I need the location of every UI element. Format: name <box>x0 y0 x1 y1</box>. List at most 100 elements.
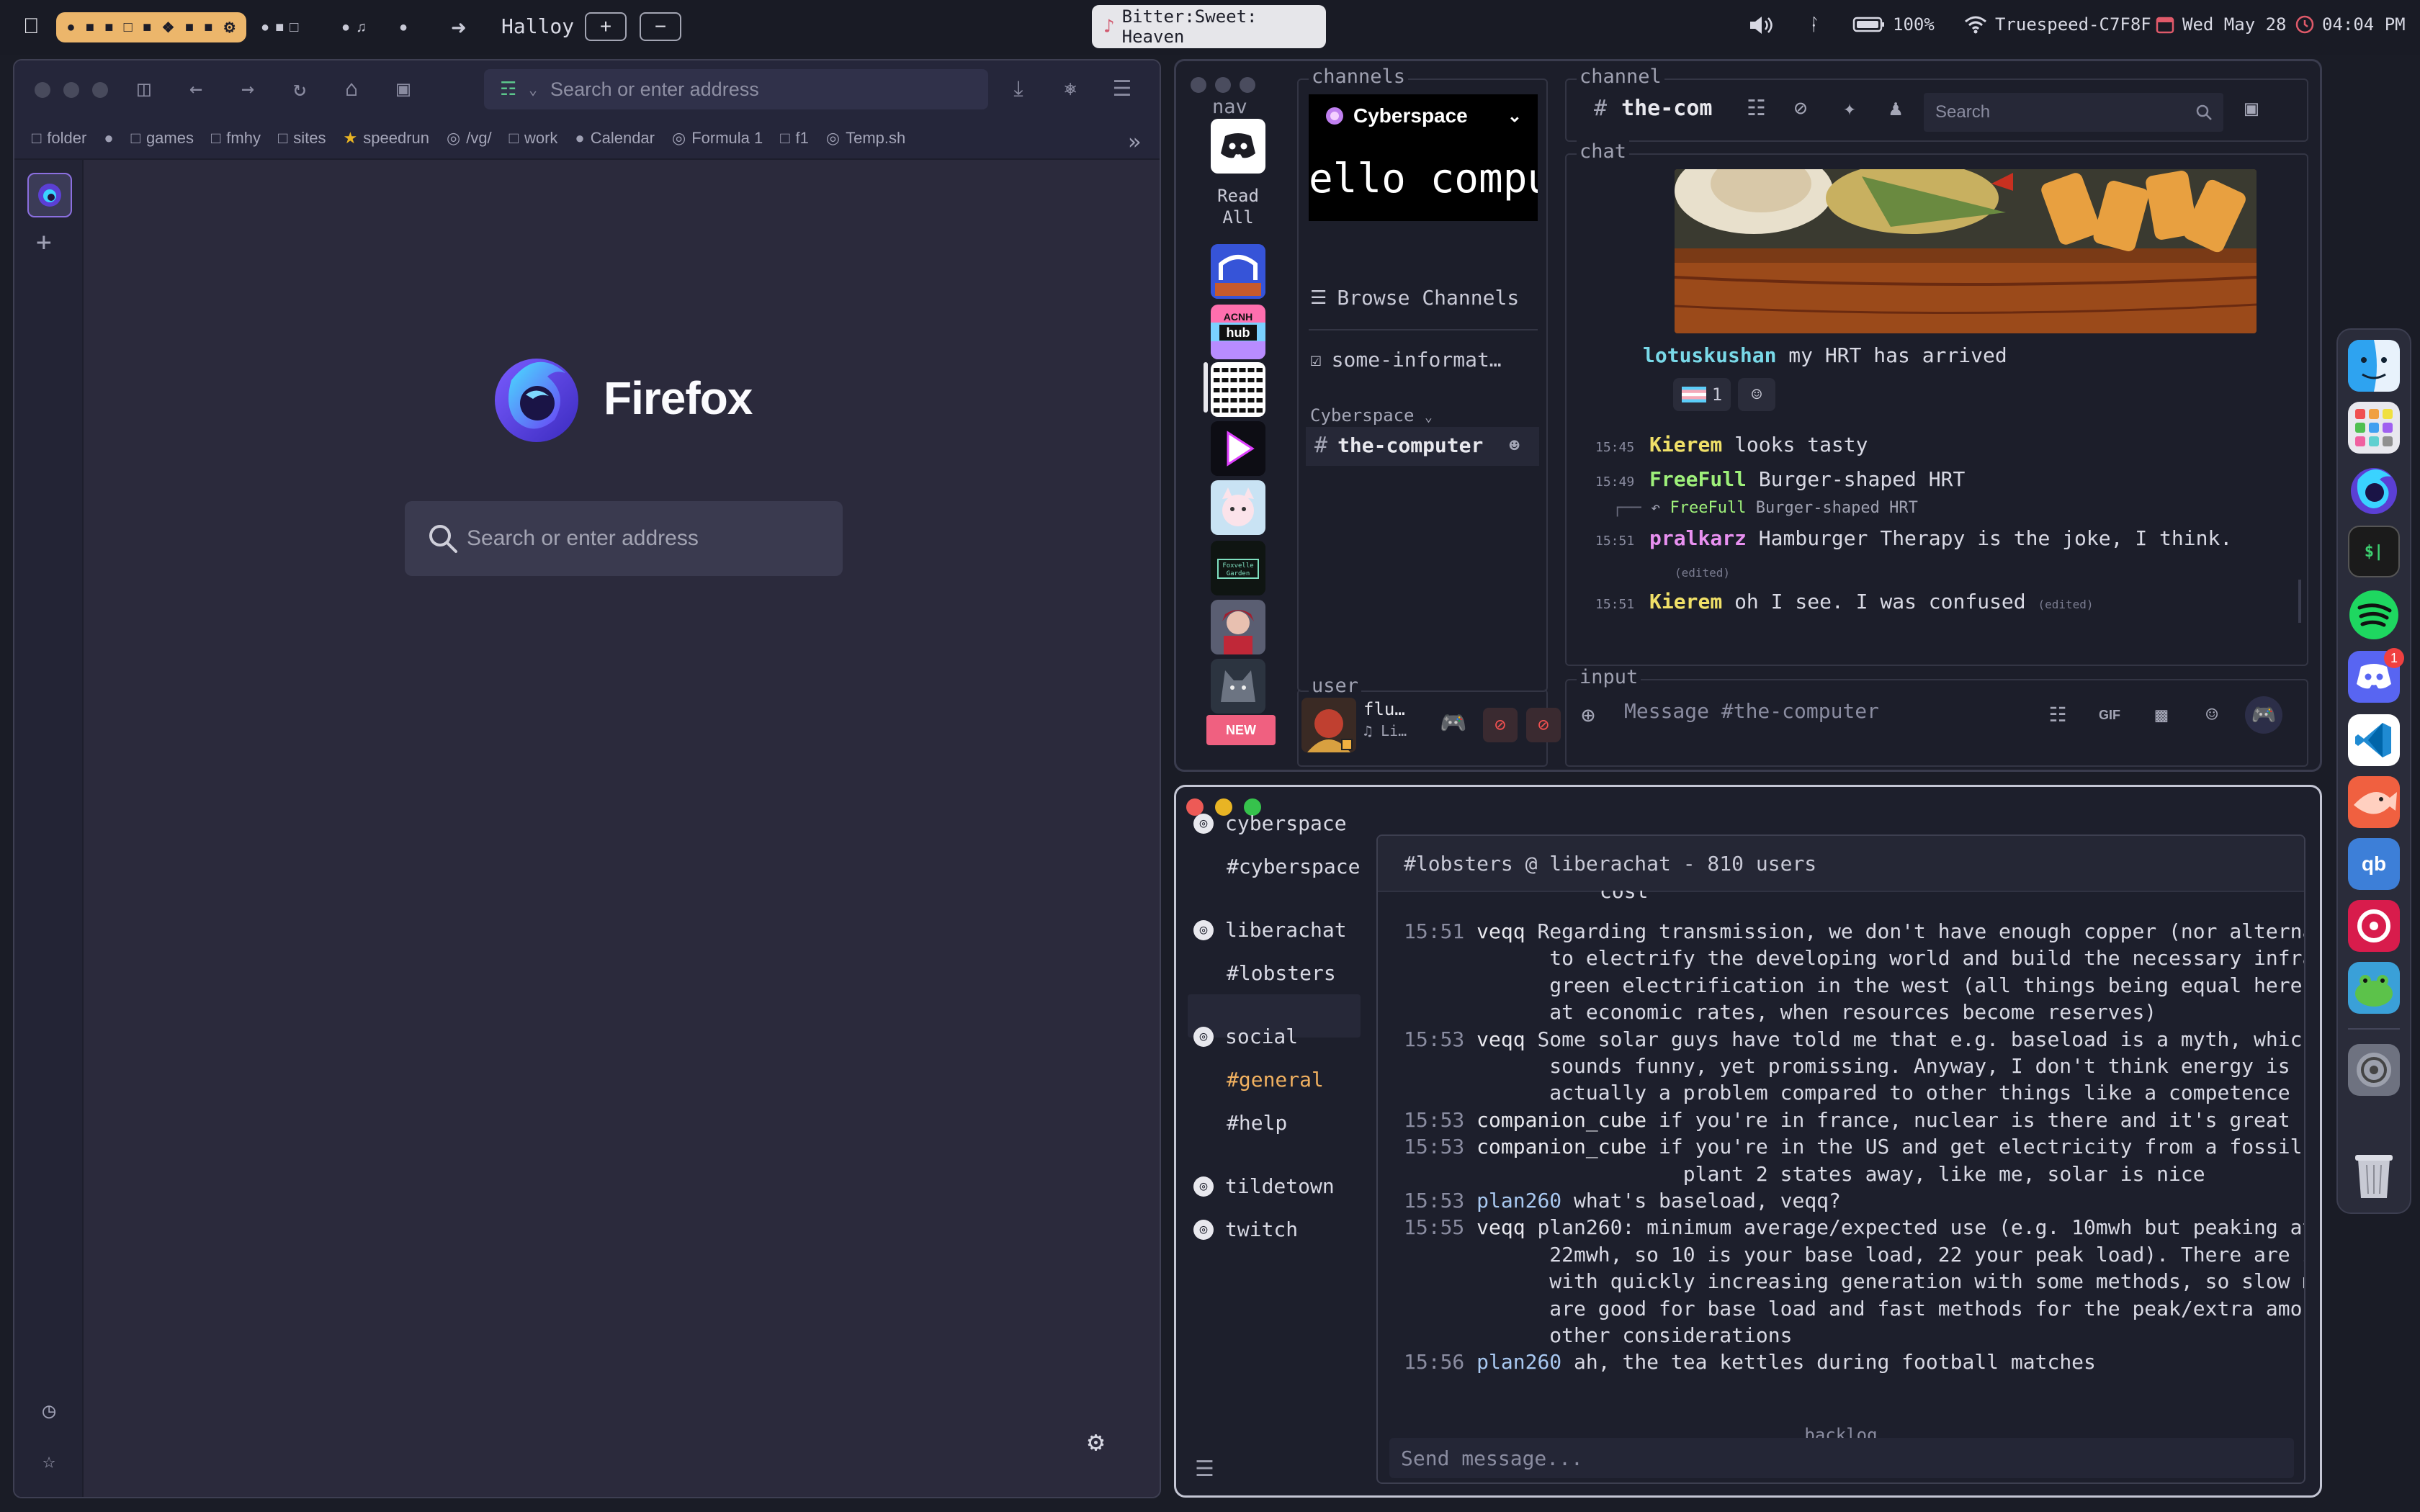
attach-plus-icon[interactable]: ⊕ <box>1574 701 1603 729</box>
threads-icon[interactable]: ☷ <box>1747 96 1766 121</box>
server-icon-1[interactable] <box>1211 244 1265 299</box>
dock-spotify-icon[interactable] <box>2348 589 2400 641</box>
server-item[interactable]: ◎ liberachat <box>1193 918 1347 942</box>
extensions-icon[interactable]: ⎈ <box>1057 76 1083 102</box>
channel-item[interactable]: #cyberspace <box>1227 855 1360 878</box>
screenshot-icon[interactable]: ▣ <box>390 76 416 102</box>
dock-vscode-icon[interactable] <box>2348 714 2400 766</box>
message-field[interactable] <box>1624 699 2027 723</box>
server-icon-character[interactable] <box>1211 600 1265 654</box>
deafen-icon[interactable]: ⊘ <box>1526 708 1561 742</box>
zoom-window-button[interactable] <box>1240 77 1255 93</box>
message-author[interactable]: Kierem <box>1649 590 1722 613</box>
send-message-field[interactable] <box>1389 1438 2294 1478</box>
channel-some-information[interactable]: ☑ some-informat… <box>1310 348 1502 372</box>
message-nick[interactable]: veqq <box>1476 919 1525 943</box>
server-item[interactable]: ◎ twitch <box>1193 1218 1298 1241</box>
message-nick[interactable]: plan260 <box>1476 1189 1561 1212</box>
chat-message[interactable]: 15:51 Kierem oh I see. I was confused (e… <box>1595 590 2094 613</box>
server-icon-foxvelle-garden[interactable]: Foxvelle Garden <box>1211 541 1265 595</box>
server-item[interactable]: ◎ cyberspace <box>1193 811 1347 835</box>
mute-icon[interactable]: ⊘ <box>1483 708 1518 742</box>
message-author[interactable]: FreeFull <box>1649 467 1747 491</box>
inbox-icon[interactable]: ▣ <box>2245 96 2258 121</box>
message-author[interactable]: pralkarz <box>1649 526 1747 550</box>
back-icon[interactable]: ← <box>183 76 209 102</box>
sidebar-toggle-icon[interactable]: ◫ <box>131 76 157 102</box>
dock-fish-icon[interactable] <box>2348 776 2400 828</box>
channel-item[interactable]: #lobsters <box>1227 961 1336 985</box>
workspace-2[interactable]: ● ■ □ <box>261 14 298 40</box>
message-nick[interactable]: veqq <box>1476 1027 1525 1051</box>
forward-icon[interactable]: → <box>235 76 261 102</box>
chat-message[interactable]: 15:51 pralkarz Hamburger Therapy is the … <box>1595 526 2232 550</box>
battery-status[interactable]: 100% <box>1852 14 1935 35</box>
chevron-down-icon[interactable]: ⌄ <box>1507 106 1522 127</box>
home-icon[interactable]: ⌂ <box>339 76 364 102</box>
clock-widget[interactable]: 04:04 PM <box>2295 14 2406 35</box>
workspace-4[interactable]: ● <box>399 14 408 40</box>
chat-message[interactable]: 15:49 FreeFull Burger-shaped HRT <box>1595 467 1965 491</box>
server-icon-play[interactable] <box>1211 421 1265 476</box>
apple-menu-icon[interactable]:  <box>23 14 40 39</box>
dock-infuse-icon[interactable] <box>2348 900 2400 952</box>
message-nick[interactable]: plan260 <box>1476 1350 1561 1374</box>
newtab-search-input[interactable] <box>467 526 805 551</box>
message-input[interactable] <box>1624 699 2027 723</box>
newtab-search[interactable] <box>405 501 843 576</box>
date-widget[interactable]: Wed May 28 <box>2155 14 2287 35</box>
bookmarks-star-icon[interactable]: ☆ <box>36 1449 62 1475</box>
dock-firefox-icon[interactable] <box>2348 464 2400 516</box>
server-item[interactable]: ◎ social <box>1193 1025 1298 1048</box>
dock-system-settings-icon[interactable] <box>2348 1044 2400 1096</box>
new-unread-badge[interactable]: NEW <box>1206 715 1276 745</box>
chat-scrollbar[interactable] <box>2298 580 2301 623</box>
close-window-button[interactable] <box>35 82 50 98</box>
sticker-icon[interactable]: ▩ <box>2147 701 2176 729</box>
bookmark-item[interactable]: □ f1 <box>780 129 809 148</box>
channel-item[interactable]: #help <box>1227 1111 1287 1135</box>
channel-the-computer[interactable]: # the-computer ☻ <box>1314 433 1520 458</box>
close-window-button[interactable] <box>1191 77 1206 93</box>
message-nick[interactable]: veqq <box>1476 1215 1525 1239</box>
dock-launchpad-icon[interactable] <box>2348 402 2400 454</box>
remove-workspace-button[interactable]: − <box>640 12 681 41</box>
add-member-icon[interactable]: ☻ <box>1509 436 1519 456</box>
add-reaction-button[interactable]: ☺ <box>1738 378 1775 411</box>
bookmark-item[interactable]: □ folder <box>32 129 86 148</box>
dock-finder-icon[interactable] <box>2348 340 2400 392</box>
server-icon-acnh-hub[interactable]: ACNH hub <box>1211 305 1265 359</box>
server-icon-grid[interactable] <box>1211 362 1265 417</box>
channel-category[interactable]: Cyberspace ⌄ <box>1310 405 1433 426</box>
downloads-icon[interactable]: ⤓ <box>1005 76 1031 102</box>
message-nick[interactable]: companion_cube <box>1476 1108 1646 1132</box>
message-nick[interactable]: companion_cube <box>1476 1135 1646 1158</box>
chat-message[interactable]: lotuskushan my HRT has arrived <box>1643 343 2007 367</box>
volume-icon[interactable] <box>1747 14 1776 36</box>
zoom-window-button[interactable] <box>92 82 108 98</box>
tab-firefox-home[interactable] <box>27 173 72 217</box>
workspace-switcher-active[interactable]: ● ■ ■ □ ■ ❖ ■ ■ ⚙ <box>56 12 246 42</box>
bookmark-item[interactable]: ◎ Formula 1 <box>672 129 763 148</box>
bookmark-item[interactable]: ★ speedrun <box>344 129 429 148</box>
new-tab-icon[interactable]: + <box>36 228 52 257</box>
bookmark-item[interactable]: □ games <box>131 129 194 148</box>
server-header[interactable]: Cyberspace ⌄ <box>1309 94 1538 138</box>
gif-icon[interactable]: GIF <box>2095 701 2124 729</box>
wifi-status[interactable]: Truespeed-C7F8F <box>1963 14 2151 35</box>
bluetooth-icon[interactable]: ᛛ <box>1809 14 1819 35</box>
menu-icon[interactable]: ☰ <box>1109 76 1135 102</box>
server-item[interactable]: ◎ tildetown <box>1193 1174 1335 1198</box>
reaction-trans-flag[interactable]: 1 <box>1673 378 1731 411</box>
chat-message[interactable]: 15:45 Kierem looks tasty <box>1595 433 1868 456</box>
emoji-icon[interactable]: ☺ <box>2197 701 2226 729</box>
members-icon[interactable]: ♟ <box>1889 96 1902 121</box>
dock-terminal-icon[interactable]: $| <box>2348 526 2400 577</box>
now-playing-widget[interactable]: ♪ Bitter:Sweet: Heaven <box>1092 5 1326 48</box>
activity-gamepad-icon[interactable]: 🎮 <box>1440 711 1466 736</box>
pin-icon[interactable]: ✦ <box>1843 96 1856 121</box>
bookmark-item[interactable]: ◎ /vg/ <box>447 129 492 148</box>
bookmark-item[interactable]: □ sites <box>278 129 326 148</box>
activities-gamepad-icon[interactable]: 🎮 <box>2245 696 2282 734</box>
bookmark-item[interactable]: □ work <box>509 129 558 148</box>
